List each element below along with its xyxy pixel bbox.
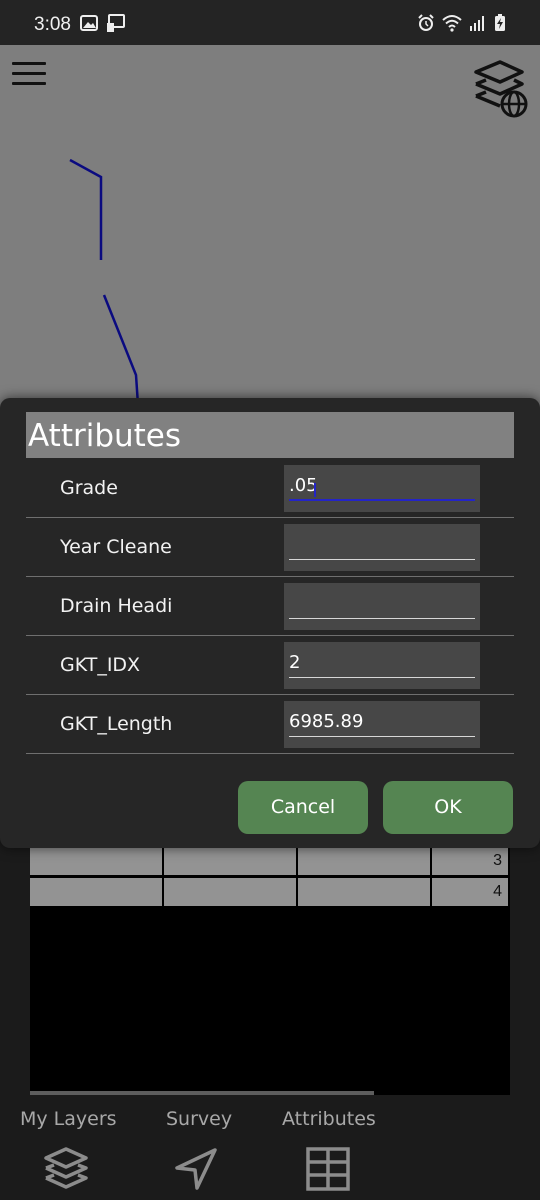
field-row-grade: Grade <box>26 459 514 518</box>
nav-item-my-layers[interactable]: My Layers <box>20 1108 120 1196</box>
table-scrollbar[interactable] <box>30 1091 374 1095</box>
image-icon <box>80 15 98 31</box>
table-row[interactable]: 4 <box>30 878 510 906</box>
battery-charging-icon <box>495 14 505 31</box>
table-row[interactable]: 3 <box>30 847 510 875</box>
field-row-drain-heading: Drain Headi <box>26 577 514 636</box>
nav-item-attributes[interactable]: Attributes <box>282 1108 382 1196</box>
nav-label: My Layers <box>20 1108 117 1130</box>
cancel-button[interactable]: Cancel <box>238 781 368 834</box>
field-label: GKT_IDX <box>60 654 141 676</box>
year-cleaned-input[interactable] <box>289 530 475 560</box>
field-box[interactable] <box>284 701 480 748</box>
ok-button[interactable]: OK <box>383 781 513 834</box>
drain-heading-input[interactable] <box>289 589 475 619</box>
field-row-gkt-idx: GKT_IDX <box>26 636 514 695</box>
table-cell[interactable] <box>298 847 430 875</box>
wifi-icon <box>442 15 462 32</box>
field-box[interactable] <box>284 642 480 689</box>
status-time: 3:08 <box>34 14 71 35</box>
grid-table-icon <box>306 1147 350 1191</box>
table-cell[interactable] <box>30 878 162 906</box>
field-label: GKT_Length <box>60 713 173 735</box>
grade-input[interactable] <box>289 471 475 501</box>
table-cell[interactable] <box>30 847 162 875</box>
signal-icon <box>470 16 484 31</box>
table-cell[interactable] <box>164 878 296 906</box>
drain-line <box>69 158 103 260</box>
menu-icon[interactable] <box>12 62 46 90</box>
field-label: Grade <box>60 477 118 499</box>
field-label: Drain Headi <box>60 595 173 617</box>
drain-line <box>102 294 140 406</box>
table-cell-id[interactable]: 4 <box>432 878 508 906</box>
text-cursor <box>314 483 316 497</box>
layers-icon <box>44 1147 88 1189</box>
nav-item-survey[interactable]: Survey <box>165 1108 235 1196</box>
status-left-icons <box>80 14 126 32</box>
field-row-year-cleaned: Year Cleane <box>26 518 514 577</box>
table-cell-id[interactable]: 3 <box>432 847 508 875</box>
table-cell[interactable] <box>164 847 296 875</box>
field-row-gkt-length: GKT_Length <box>26 695 514 754</box>
gkt-length-input[interactable] <box>289 707 475 737</box>
field-box[interactable] <box>284 524 480 571</box>
nav-label: Survey <box>166 1108 233 1130</box>
map-drain-lines <box>69 158 140 406</box>
gkt-idx-input[interactable] <box>289 648 475 678</box>
attribute-table[interactable]: 3 4 <box>30 845 510 1095</box>
layers-globe-icon[interactable] <box>470 58 530 120</box>
table-cell[interactable] <box>298 878 430 906</box>
status-bar: 3:08 <box>0 0 540 45</box>
field-label: Year Cleane <box>60 536 172 558</box>
bottom-nav: My Layers Survey Attributes <box>0 1098 540 1200</box>
attributes-dialog: Attributes Grade Year Cleane Drain Headi… <box>0 398 540 848</box>
navigation-arrow-icon <box>175 1148 217 1190</box>
cast-icon <box>107 14 125 32</box>
field-box[interactable] <box>284 583 480 630</box>
status-right-icons <box>417 14 506 32</box>
dialog-title: Attributes <box>26 412 514 458</box>
field-box[interactable] <box>284 465 480 512</box>
alarm-icon <box>418 14 434 31</box>
nav-label: Attributes <box>282 1108 376 1130</box>
map-view[interactable] <box>0 45 540 445</box>
